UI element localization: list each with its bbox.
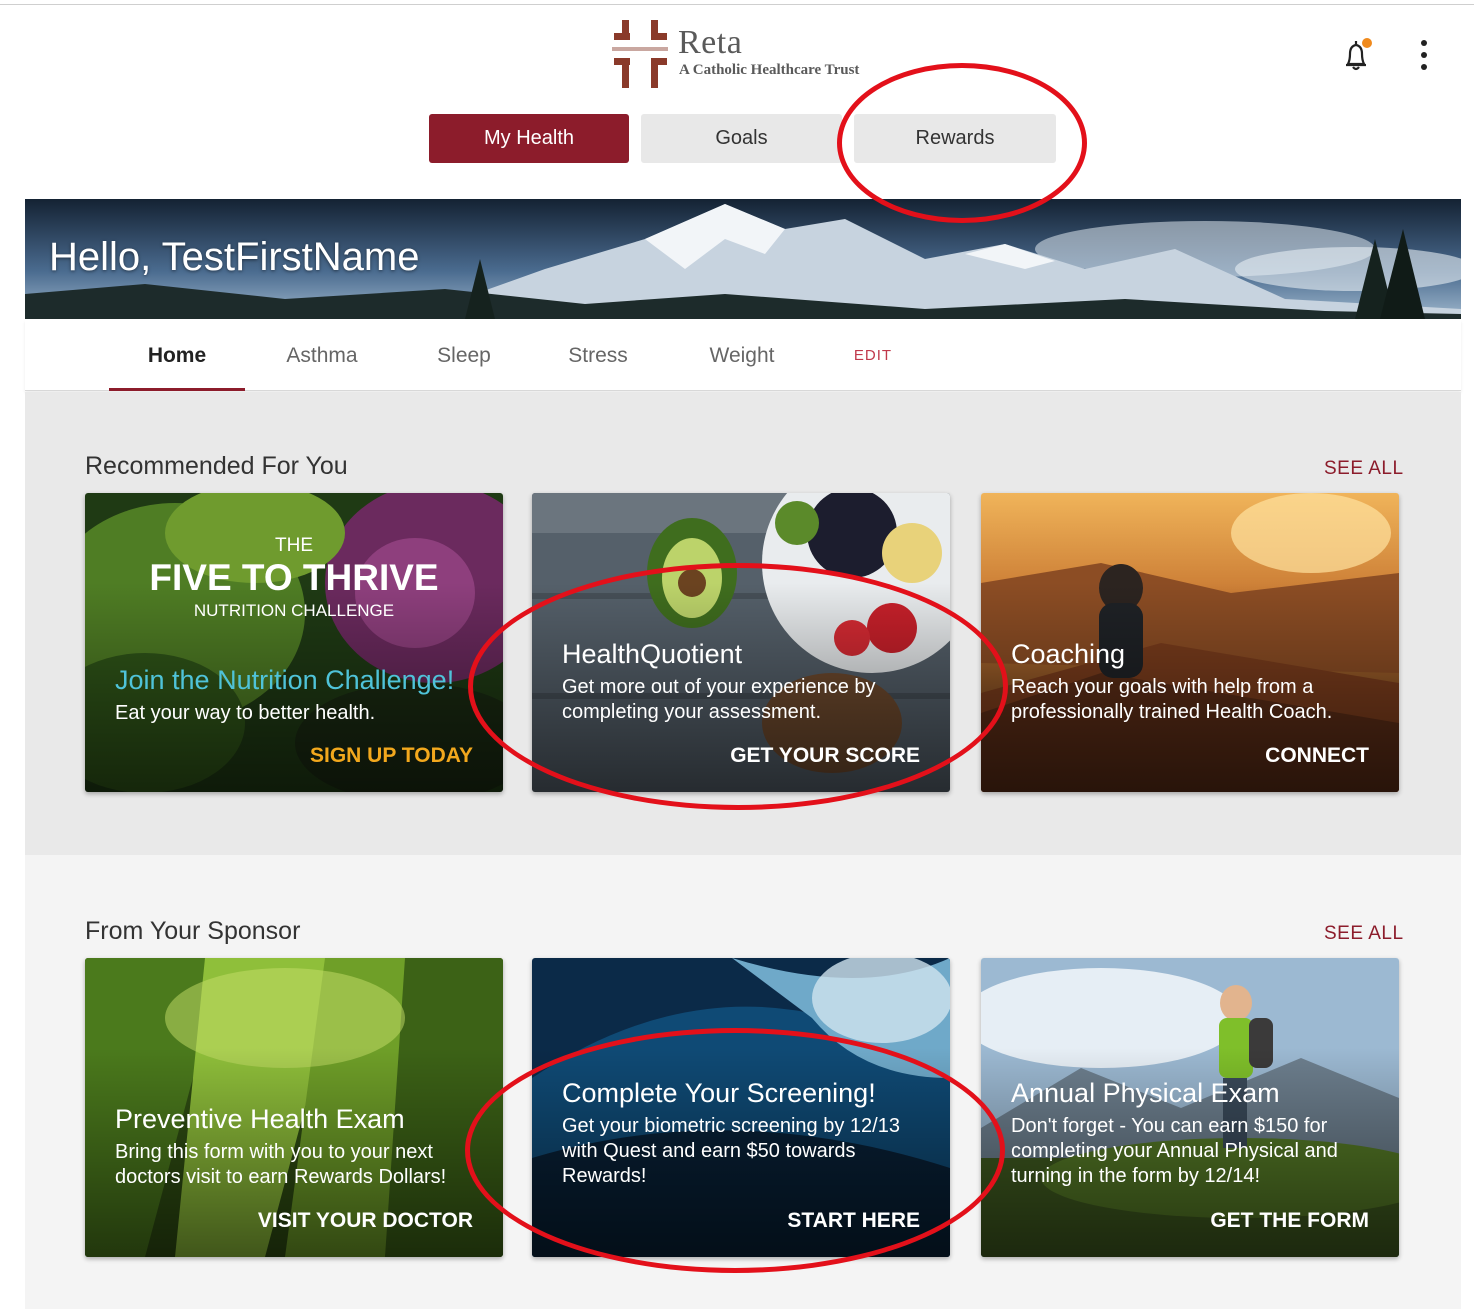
reta-logo[interactable]: Reta A Catholic Healthcare Trust <box>612 18 892 92</box>
tab-my-health[interactable]: My Health <box>429 114 629 163</box>
sponsor-title: From Your Sponsor <box>85 917 301 945</box>
card-title: HealthQuotient <box>562 639 743 669</box>
more-options-icon[interactable] <box>1412 40 1436 70</box>
visit-your-doctor-link[interactable]: VISIT YOUR DOCTOR <box>258 1209 473 1233</box>
tab-goals[interactable]: Goals <box>641 114 842 163</box>
start-here-link[interactable]: START HERE <box>787 1209 920 1233</box>
subnav-asthma[interactable]: Asthma <box>265 320 379 391</box>
edit-topics-link[interactable]: EDIT <box>840 320 906 391</box>
hero-banner: Hello, TestFirstName <box>25 199 1461 319</box>
card-title: Coaching <box>1011 639 1126 669</box>
tab-rewards[interactable]: Rewards <box>854 114 1056 163</box>
notifications-button[interactable] <box>1338 36 1378 76</box>
card-title: Annual Physical Exam <box>1011 1078 1280 1108</box>
banner-main-text: FIVE TO THRIVE <box>149 557 439 598</box>
card-description: Eat your way to better health. <box>115 702 376 724</box>
card-title: Preventive Health Exam <box>115 1104 405 1134</box>
card-description: Bring this form with you to your next do… <box>115 1141 447 1188</box>
card-title: Complete Your Screening! <box>562 1078 876 1108</box>
card-description: Don't forget - You can earn $150 for com… <box>1011 1115 1338 1187</box>
bell-icon <box>1346 38 1372 71</box>
greeting: Hello, TestFirstName <box>49 235 420 279</box>
connect-link[interactable]: CONNECT <box>1265 744 1369 768</box>
logo-tagline: A Catholic Healthcare Trust <box>679 62 860 78</box>
subnav-home[interactable]: Home <box>109 320 245 391</box>
banner-sub-text: NUTRITION CHALLENGE <box>193 601 395 620</box>
topic-nav: Home Asthma Sleep Stress Weight EDIT <box>25 320 1461 391</box>
banner-small-text: THE <box>275 535 313 556</box>
get-your-score-link[interactable]: GET YOUR SCORE <box>730 744 920 768</box>
card-description: Get your biometric screening by 12/13 wi… <box>562 1115 900 1187</box>
sponsor-see-all-link[interactable]: SEE ALL <box>1324 923 1404 945</box>
complete-screening-card[interactable]: Complete Your Screening! Get your biomet… <box>532 958 950 1257</box>
subnav-sleep[interactable]: Sleep <box>409 320 519 391</box>
logo-name: Reta <box>678 24 743 61</box>
recommended-see-all-link[interactable]: SEE ALL <box>1324 458 1404 480</box>
top-border <box>0 4 1474 5</box>
annual-physical-exam-card[interactable]: Annual Physical Exam Don't forget - You … <box>981 958 1399 1257</box>
nutrition-challenge-card[interactable]: THE FIVE TO THRIVE NUTRITION CHALLENGE J… <box>85 493 503 792</box>
coaching-card[interactable]: Coaching Reach your goals with help from… <box>981 493 1399 792</box>
sign-up-today-link[interactable]: SIGN UP TODAY <box>310 744 473 768</box>
preventive-health-exam-card[interactable]: Preventive Health Exam Bring this form w… <box>85 958 503 1257</box>
subnav-stress[interactable]: Stress <box>545 320 651 391</box>
card-title: Join the Nutrition Challenge! <box>115 665 455 695</box>
card-description: Reach your goals with help from a profes… <box>1011 676 1333 723</box>
recommended-title: Recommended For You <box>85 452 348 480</box>
healthquotient-card[interactable]: HealthQuotient Get more out of your expe… <box>532 493 950 792</box>
subnav-weight[interactable]: Weight <box>685 320 799 391</box>
get-the-form-link[interactable]: GET THE FORM <box>1210 1209 1369 1233</box>
card-description: Get more out of your experience by compl… <box>562 676 876 723</box>
cross-logo-icon <box>612 20 668 88</box>
